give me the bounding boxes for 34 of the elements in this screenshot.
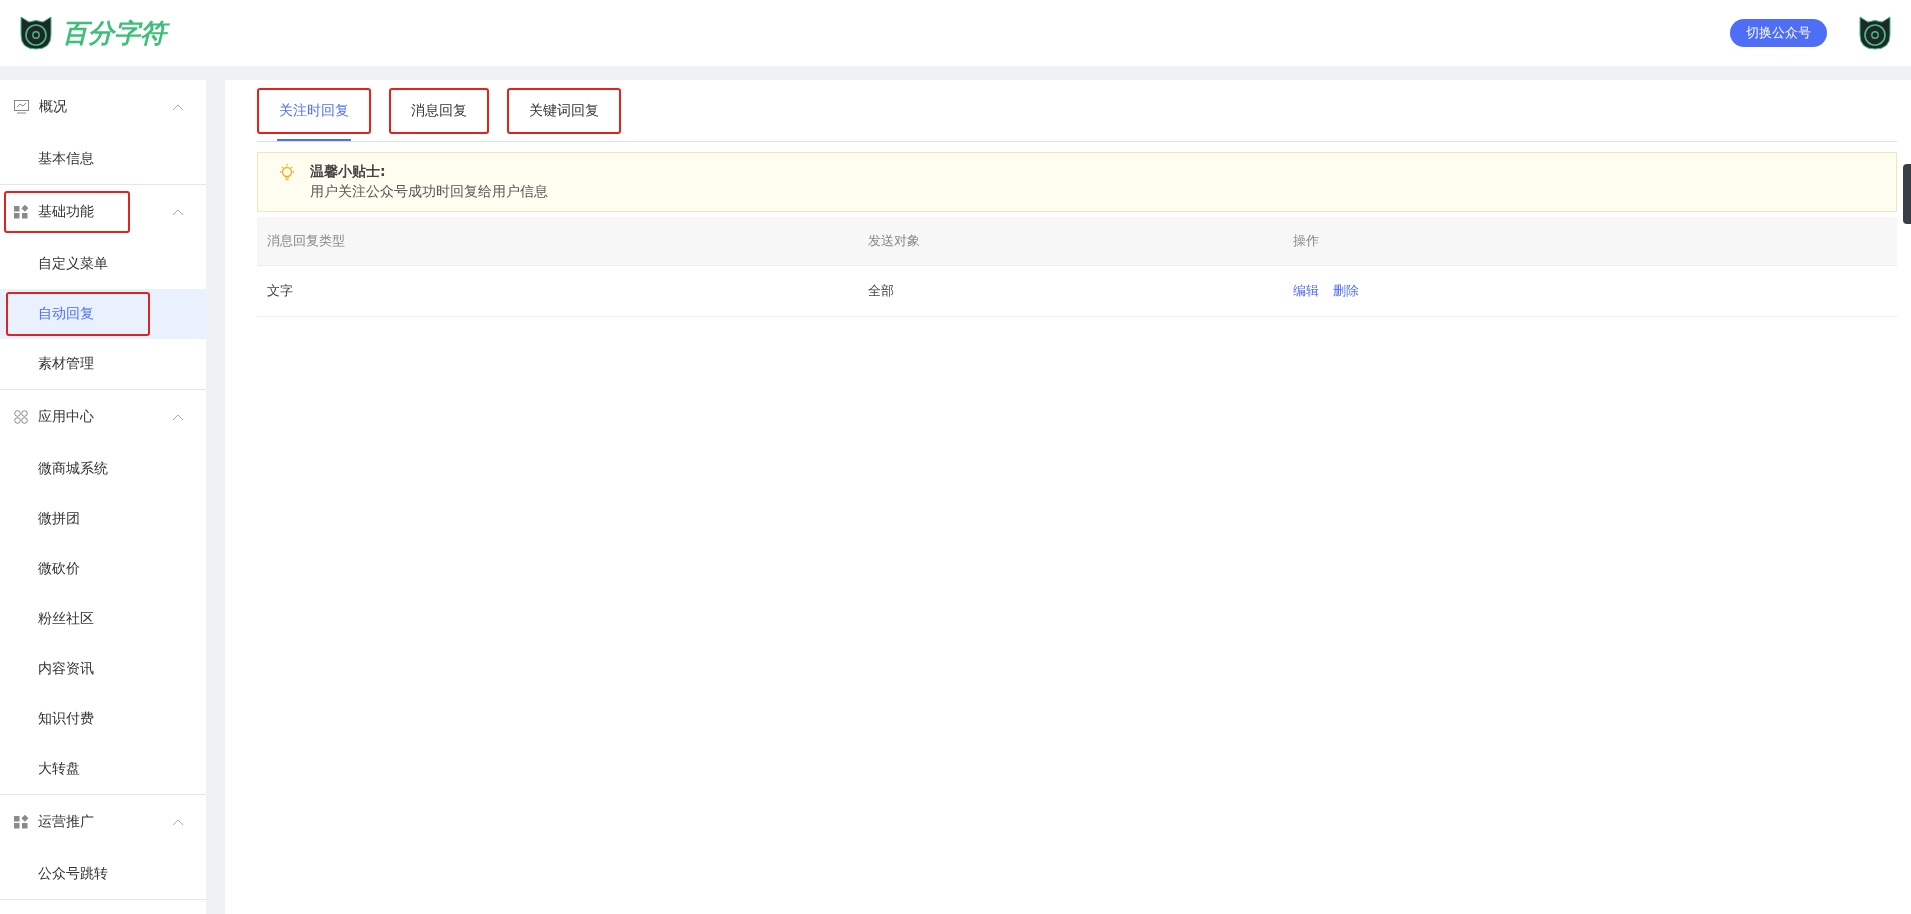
apps-icon: [14, 410, 28, 424]
tip-title: 温馨小贴士:: [310, 163, 387, 181]
side-widget[interactable]: [1903, 164, 1911, 224]
switch-account-button[interactable]: 切换公众号: [1730, 19, 1827, 47]
logo-icon: [18, 15, 54, 51]
sidebar-item[interactable]: 微商城系统: [0, 444, 206, 494]
table-cell: 文字: [257, 265, 858, 317]
sidebar-item[interactable]: 粉丝社区: [0, 594, 206, 644]
sidebar-group[interactable]: 基础功能: [4, 191, 130, 233]
lightbulb-icon: [278, 163, 296, 183]
sidebar-item[interactable]: 自动回复: [0, 289, 206, 339]
sidebar-item[interactable]: 自定义菜单: [0, 239, 206, 289]
sidebar-item[interactable]: 素材管理: [0, 339, 206, 389]
sidebar-group[interactable]: 应用中心: [4, 396, 130, 438]
tiles-icon: [14, 815, 28, 829]
sidebar-item[interactable]: 知识付费: [0, 694, 206, 744]
sidebar-item[interactable]: 公众号跳转: [0, 849, 206, 899]
column-header: 操作: [1282, 217, 1897, 266]
action-link[interactable]: 删除: [1332, 283, 1359, 298]
column-header: 发送对象: [857, 217, 1283, 266]
sidebar-item[interactable]: 内容资讯: [0, 644, 206, 694]
sidebar-item[interactable]: 基本信息: [0, 134, 206, 184]
sidebar-group[interactable]: 概况: [4, 86, 130, 128]
chart-icon: [14, 100, 29, 114]
sidebar-item[interactable]: 微砍价: [0, 544, 206, 594]
sidebar-item[interactable]: 大转盘: [0, 744, 206, 794]
tip-text: 用户关注公众号成功时回复给用户信息: [310, 183, 548, 201]
action-link[interactable]: 编辑: [1292, 283, 1319, 298]
avatar-icon: [1857, 15, 1893, 51]
sidebar-item[interactable]: 微拼团: [0, 494, 206, 544]
tiles-icon: [14, 205, 28, 219]
sidebar-group[interactable]: 运营推广: [4, 801, 130, 843]
table-cell: 全部: [857, 265, 1283, 317]
column-header: 消息回复类型: [257, 217, 858, 266]
